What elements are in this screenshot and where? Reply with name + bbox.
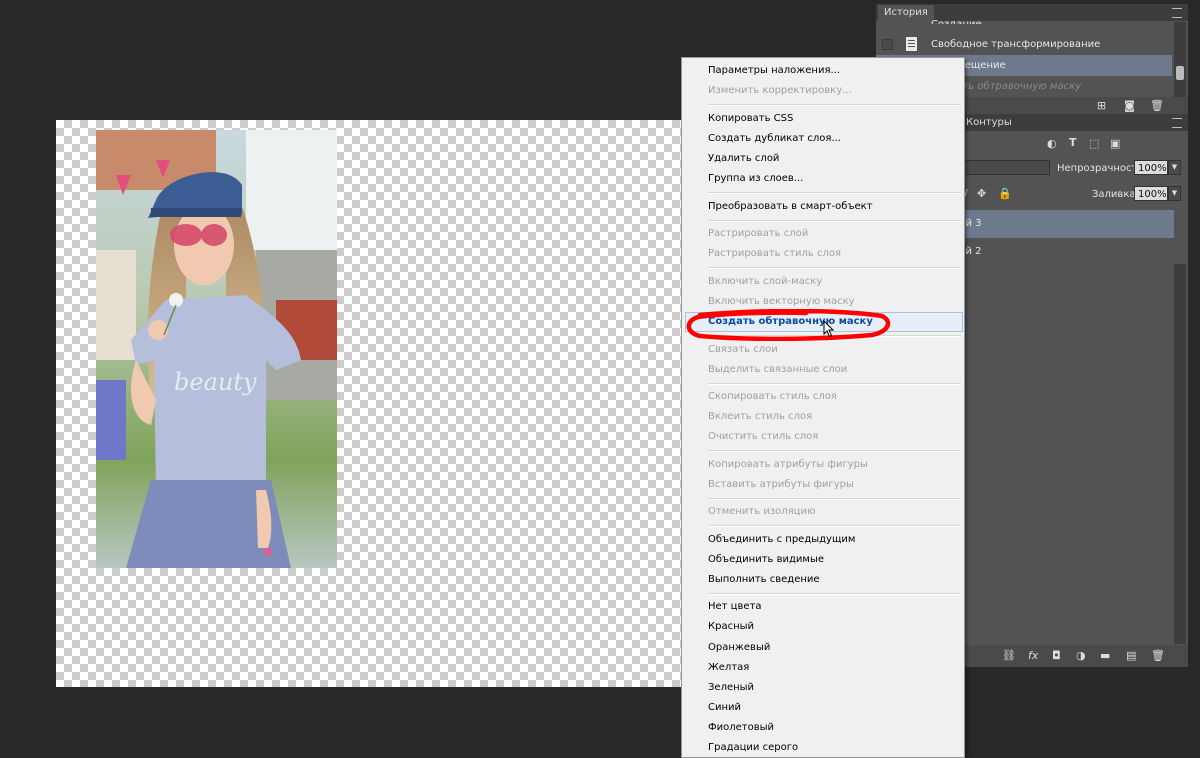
menu-item-paste-shape-attributes[interactable]: Вставить атрибуты фигуры: [708, 475, 854, 495]
menu-item-merge-visible[interactable]: Объединить видимые: [708, 550, 824, 570]
layer-context-menu: Параметры наложения... Изменить корректи…: [681, 57, 965, 758]
menu-item-delete-layer[interactable]: Удалить слой: [708, 149, 779, 169]
history-row[interactable]: Свободное трансформирование: [876, 34, 1172, 55]
menu-item-color-green[interactable]: Зеленый: [708, 678, 754, 698]
girl-photo: beauty: [96, 130, 337, 568]
menu-separator: [708, 525, 961, 527]
panel-menu-icon[interactable]: [1172, 8, 1182, 18]
menu-item-edit-adjustment[interactable]: Изменить корректировку...: [708, 81, 852, 101]
menu-item-rasterize-style[interactable]: Растрировать стиль слоя: [708, 244, 841, 264]
menu-item-copy-css[interactable]: Копировать CSS: [708, 109, 793, 129]
menu-item-duplicate-layer[interactable]: Создать дубликат слоя...: [708, 129, 841, 149]
menu-item-link-layers[interactable]: Связать слои: [708, 340, 778, 360]
link-layers-icon[interactable]: ⛓: [1002, 650, 1016, 661]
fill-input[interactable]: 100%: [1134, 186, 1168, 201]
menu-item-color-red[interactable]: Красный: [708, 617, 754, 637]
panel-menu-icon[interactable]: [1172, 118, 1182, 128]
fill-label: Заливка:: [1092, 189, 1139, 200]
history-row[interactable]: Создание: [876, 8, 1172, 24]
menu-separator: [708, 104, 961, 106]
menu-item-merge-down[interactable]: Объединить с предыдущим: [708, 530, 855, 550]
menu-separator: [708, 220, 961, 222]
history-row-label: Свободное трансформирование: [931, 39, 1101, 50]
red-highlight-mark: [686, 309, 891, 341]
menu-item-color-none[interactable]: Нет цвета: [708, 597, 761, 617]
blend-mode-select[interactable]: [964, 160, 1050, 175]
opacity-dropdown-icon[interactable]: ▼: [1168, 160, 1181, 175]
layers-scrollbar[interactable]: [1174, 264, 1186, 644]
menu-item-rasterize-layer[interactable]: Растрировать слой: [708, 224, 808, 244]
filter-shape-icon[interactable]: ⬚: [1089, 138, 1099, 149]
menu-item-blending-options[interactable]: Параметры наложения...: [708, 61, 840, 81]
history-snapshot-checkbox[interactable]: [882, 39, 893, 50]
adjustment-layer-icon[interactable]: ◑: [1076, 650, 1086, 661]
history-scrollbar[interactable]: [1174, 22, 1186, 98]
document-icon: [906, 37, 917, 51]
lock-all-icon[interactable]: 🔒: [998, 188, 1012, 199]
menu-item-copy-layer-style[interactable]: Скопировать стиль слоя: [708, 387, 837, 407]
menu-separator: [708, 593, 961, 595]
menu-separator: [708, 267, 961, 269]
menu-item-paste-layer-style[interactable]: Вклеить стиль слоя: [708, 407, 812, 427]
folder-icon[interactable]: ▬: [1100, 650, 1110, 661]
menu-item-color-gray[interactable]: Градации серого: [708, 738, 798, 758]
trash-icon[interactable]: 🗑: [1151, 650, 1165, 661]
camera-icon[interactable]: ◙: [1124, 100, 1135, 111]
menu-separator: [708, 192, 961, 194]
menu-item-copy-shape-attributes[interactable]: Копировать атрибуты фигуры: [708, 455, 868, 475]
add-mask-icon[interactable]: ◘: [1052, 650, 1061, 661]
menu-separator: [708, 383, 961, 385]
layer-photo-image: beauty: [96, 130, 337, 568]
new-document-from-state-icon[interactable]: ⊞: [1096, 100, 1107, 111]
scrollbar-thumb[interactable]: [1176, 66, 1184, 80]
new-layer-icon[interactable]: ▤: [1126, 650, 1136, 661]
filter-smartobject-icon[interactable]: ▣: [1110, 138, 1120, 149]
menu-item-convert-smart-object[interactable]: Преобразовать в смарт-объект: [708, 197, 873, 217]
filter-type-icon[interactable]: T: [1069, 137, 1077, 148]
menu-separator: [708, 450, 961, 452]
tab-paths[interactable]: Контуры: [962, 115, 1016, 131]
lock-position-icon[interactable]: ✥: [977, 188, 986, 199]
menu-item-clear-layer-style[interactable]: Очистить стиль слоя: [708, 427, 818, 447]
menu-item-flatten-image[interactable]: Выполнить сведение: [708, 570, 820, 590]
menu-item-group-from-layers[interactable]: Группа из слоев...: [708, 169, 803, 189]
menu-item-release-isolation[interactable]: Отменить изоляцию: [708, 502, 815, 522]
opacity-input[interactable]: 100%: [1134, 160, 1168, 175]
filter-adjustment-icon[interactable]: ◐: [1047, 138, 1057, 149]
menu-item-color-blue[interactable]: Синий: [708, 698, 741, 718]
menu-item-enable-layer-mask[interactable]: Включить слой-маску: [708, 272, 822, 292]
menu-item-color-orange[interactable]: Оранжевый: [708, 638, 770, 658]
menu-item-color-violet[interactable]: Фиолетовый: [708, 718, 774, 738]
mouse-pointer-icon: [823, 320, 835, 338]
menu-item-color-yellow[interactable]: Желтая: [708, 658, 749, 678]
trash-icon[interactable]: 🗑: [1150, 100, 1164, 111]
menu-separator: [708, 498, 961, 500]
history-row-label: Создание: [931, 8, 982, 24]
fx-icon[interactable]: fx: [1028, 650, 1038, 661]
fill-dropdown-icon[interactable]: ▼: [1168, 186, 1181, 201]
shirt-print: beauty: [174, 368, 257, 396]
menu-item-select-linked[interactable]: Выделить связанные слои: [708, 360, 847, 380]
